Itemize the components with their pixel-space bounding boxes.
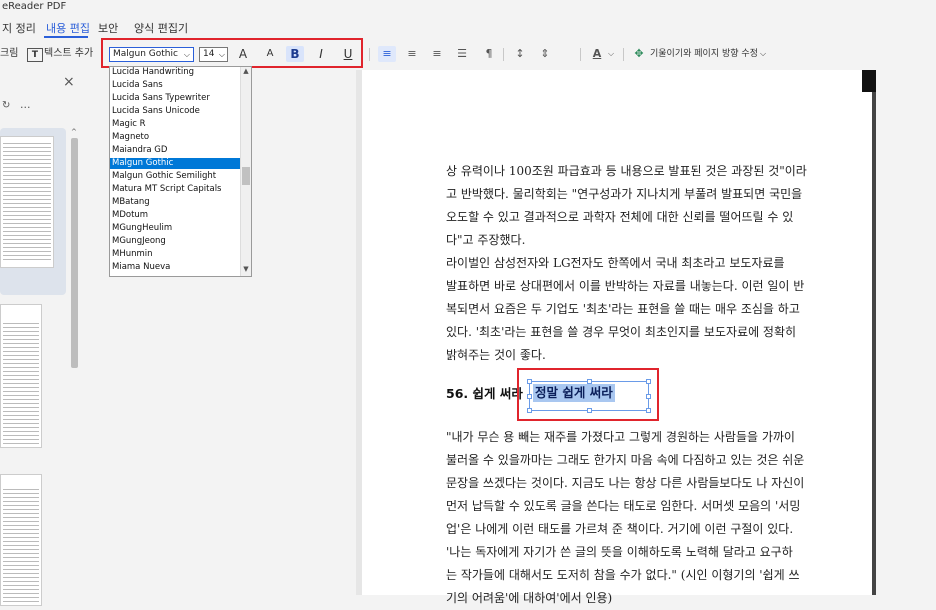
text-line: 발표하면 바로 상대편에서 이를 반박하는 자료를 내놓는다. 이런 일이 반 xyxy=(446,279,805,293)
font-option[interactable]: Magic R xyxy=(110,119,240,130)
text-line: 먼저 납득할 수 있도록 글을 쓴다는 태도로 임한다. 서머셋 모음의 '서밍 xyxy=(446,499,801,513)
add-text-icon[interactable]: T xyxy=(27,48,43,62)
paragraph-2: "내가 무슨 용 빼는 재주를 가졌다고 그렇게 경원하는 사람들을 가까이 불… xyxy=(446,426,838,610)
align-justify-icon[interactable]: ☰ xyxy=(453,46,471,62)
align-center-icon[interactable]: ≡ xyxy=(403,46,421,62)
scroll-down-icon[interactable]: ▼ xyxy=(242,265,250,273)
text-line: '나는 독자에게 자기가 쓴 글의 뜻을 이해하도록 노력해 달라고 요구하 xyxy=(446,545,793,559)
text-line: 기의 어려움'에 대하여'에서 인용) xyxy=(446,591,613,605)
document-gutter xyxy=(872,70,936,595)
menu-bar: 지 정리 내용 편집 보안 양식 편집기 xyxy=(0,16,936,38)
more-options-icon[interactable]: ... xyxy=(20,98,31,111)
text-line: 밝혀주는 것이 좋다. xyxy=(446,348,546,362)
font-option[interactable]: MGungJeong xyxy=(110,236,240,247)
text-line: 라이벌인 삼성전자와 LG전자도 한쪽에서 국내 최초라고 보도자료를 xyxy=(446,256,785,270)
add-text-button[interactable]: 텍스트 추가 xyxy=(44,46,93,62)
font-option[interactable]: Magneto xyxy=(110,132,240,143)
chevron-down-icon[interactable]: ⌵ xyxy=(602,46,620,62)
scroll-up-icon[interactable]: ^ xyxy=(71,128,77,136)
scrollbar-thumb[interactable] xyxy=(71,138,78,368)
font-family-dropdown[interactable]: Lucida Handwriting Lucida Sans Lucida Sa… xyxy=(109,66,252,277)
font-option[interactable]: MBatang xyxy=(110,197,240,208)
highlight-box xyxy=(517,368,659,421)
window-title: eReader PDF xyxy=(2,1,67,12)
font-option[interactable]: MDotum xyxy=(110,210,240,221)
font-option[interactable]: Lucida Sans Typewriter xyxy=(110,93,240,104)
align-right-icon[interactable]: ≡ xyxy=(428,46,446,62)
align-left-icon[interactable]: ≡ xyxy=(378,46,396,62)
title-bar: eReader PDF xyxy=(0,0,936,15)
font-option[interactable]: Matura MT Script Capitals xyxy=(110,184,240,195)
toolbar-divider xyxy=(369,48,370,61)
text-line: 상 유력이나 100조원 파급효과 등 내용으로 발표된 것은 과장된 것"이라 xyxy=(446,164,807,178)
page-thumbnail-3[interactable] xyxy=(0,474,42,606)
thumbnail-panel: × ↻ ... xyxy=(0,70,80,606)
scan-edge xyxy=(872,70,876,595)
text-line: "내가 무슨 용 빼는 재주를 가졌다고 그렇게 경원하는 사람들을 가까이 xyxy=(446,430,795,444)
text-line: 다"고 주장했다. xyxy=(446,233,526,247)
font-option[interactable]: Malgun Gothic Semilight xyxy=(110,171,240,182)
text-line: 불러올 수 있을까마는 그래도 한가지 마음 속에 다짐하고 있는 것은 쉬운 xyxy=(446,453,805,467)
paragraph-icon[interactable]: ¶ xyxy=(480,46,498,62)
tab-content-edit[interactable]: 내용 편집 xyxy=(46,20,90,36)
text-line: 복되면서 요즘은 두 기업도 '최초'라는 표현을 쓸 때는 매우 조심을 하고 xyxy=(446,302,800,316)
font-option[interactable]: Lucida Sans Unicode xyxy=(110,106,240,117)
scroll-up-icon[interactable]: ▲ xyxy=(242,67,250,75)
text-line: 오도할 수 있고 결과적으로 과학자 전체에 대한 신뢰를 떨어뜨릴 수 있 xyxy=(446,210,794,224)
font-option[interactable]: Maiandra GD xyxy=(110,145,240,156)
text-line: 는 작가들에 대해서도 도저히 참을 수가 없다." (시인 이형기의 '쉽게 … xyxy=(446,568,800,582)
font-option[interactable]: Miama Nueva xyxy=(110,262,240,273)
crop-button[interactable]: 크림 xyxy=(0,46,18,62)
close-icon[interactable]: × xyxy=(63,74,75,90)
font-option[interactable]: MHunmin xyxy=(110,249,240,260)
tab-organize[interactable]: 지 정리 xyxy=(2,20,36,36)
font-option[interactable]: Lucida Handwriting xyxy=(110,67,240,78)
page-thumbnail-2[interactable] xyxy=(0,304,42,448)
text-line: 고 반박했다. 물리학회는 "연구성과가 지나치게 부풀려 발표되면 국민을 xyxy=(446,187,803,201)
toolbar-divider xyxy=(503,48,504,61)
text-line: 문장을 쓰겠다는 것이다. 지금도 나는 항상 다른 사람들보다도 나 자신이 xyxy=(446,476,805,490)
highlight-box xyxy=(101,38,363,68)
page-thumbnail-1[interactable] xyxy=(0,136,54,268)
section-heading: 56. 쉽게 써라 xyxy=(446,386,523,401)
tab-security[interactable]: 보안 xyxy=(98,20,118,36)
text-line: 있다. '최초'라는 표현을 쓸 경우 무엇이 최초인지를 보도자료에 정확히 xyxy=(446,325,797,339)
chevron-down-icon[interactable]: ⌵ xyxy=(760,46,766,62)
tab-form-editor[interactable]: 양식 편집기 xyxy=(134,20,188,36)
scrollbar-thumb[interactable] xyxy=(242,167,250,185)
rotate-icon[interactable]: ↻ xyxy=(2,100,10,111)
line-spacing-icon[interactable]: ↕ xyxy=(511,46,529,62)
paragraph-1: 상 유력이나 100조원 파급효과 등 내용으로 발표된 것은 과장된 것"이라… xyxy=(446,160,838,367)
font-option-selected[interactable]: Malgun Gothic xyxy=(110,158,240,169)
font-option[interactable]: Lucida Sans xyxy=(110,80,240,91)
toolbar-divider xyxy=(623,48,624,61)
text-line: 업'은 나에게 이런 태도를 가르쳐 준 책이다. 거기에 이런 구절이 있다. xyxy=(446,522,794,536)
scan-corner xyxy=(862,70,876,92)
dropdown-scrollbar[interactable]: ▲ ▼ xyxy=(240,67,251,276)
paragraph-spacing-icon[interactable]: ⇕ xyxy=(536,46,554,62)
thumbnail-scrollbar[interactable]: ^ xyxy=(69,128,80,595)
toolbar-divider xyxy=(580,48,581,61)
font-option[interactable]: MGungHeulim xyxy=(110,223,240,234)
deskew-icon[interactable]: ✥ xyxy=(630,46,648,62)
deskew-button[interactable]: 기울이기와 페이지 방향 수정 xyxy=(650,46,758,62)
